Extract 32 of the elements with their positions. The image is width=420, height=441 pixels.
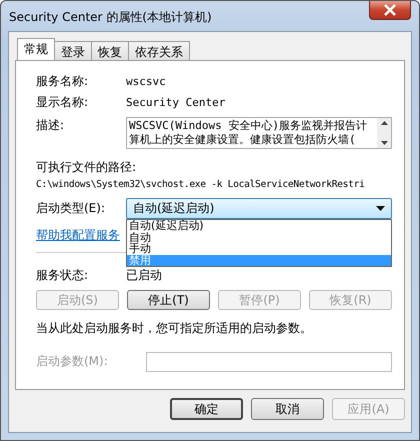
startup-type-dropdown[interactable]: 自动(延迟启动) (126, 198, 392, 219)
caret-icon (376, 206, 385, 211)
executable-path: C:\windows\System32\svchost.exe -k LocalServiceNetworkRestri (36, 179, 366, 190)
hint-text: 当从此处启动服务时，您可指定所适用的启动参数。 (36, 320, 313, 337)
tab[interactable]: 常规 (17, 38, 55, 60)
field-label: 服务名称: (36, 73, 90, 90)
scroll-down-icon[interactable] (380, 141, 388, 145)
close-button[interactable] (369, 1, 411, 20)
window-title: Security Center 的属性(本地计算机) (9, 9, 212, 26)
description-box[interactable]: WSCSVC(Windows 安全中心)服务监视并报告计算机上的安全健康设置。健康设置包括防火墙( (126, 117, 392, 149)
tab[interactable]: 依存关系 (128, 41, 190, 60)
field-label: 服务状态: (36, 267, 90, 284)
dialog-button[interactable]: 取消 (251, 398, 324, 420)
service-button[interactable]: 停止(T) (127, 290, 210, 310)
dialog-button[interactable]: 确定 (170, 398, 243, 420)
field-label: 描述: (36, 117, 66, 134)
dropdown-option[interactable]: 自动(延迟启动) (127, 220, 391, 232)
scroll-up-icon[interactable] (380, 121, 388, 125)
help-link[interactable]: 帮助我配置服务 (36, 227, 120, 244)
tab[interactable]: 登录 (54, 41, 92, 60)
scrollbar[interactable] (377, 118, 391, 148)
field-label: 显示名称: (36, 94, 90, 111)
field-value: Security Center (126, 96, 226, 109)
tab[interactable]: 恢复 (91, 41, 129, 60)
close-icon (383, 4, 397, 16)
field-label: 启动类型(E): (36, 200, 106, 217)
field-label: 启动参数(M): (36, 353, 109, 370)
service-status: 已启动 (126, 267, 162, 284)
field-value: wscsvc (126, 75, 166, 88)
dropdown-option[interactable]: 自动 (127, 232, 391, 243)
dropdown-option[interactable]: 手动 (127, 243, 391, 254)
field-label: 可执行文件的路径: (36, 159, 138, 176)
